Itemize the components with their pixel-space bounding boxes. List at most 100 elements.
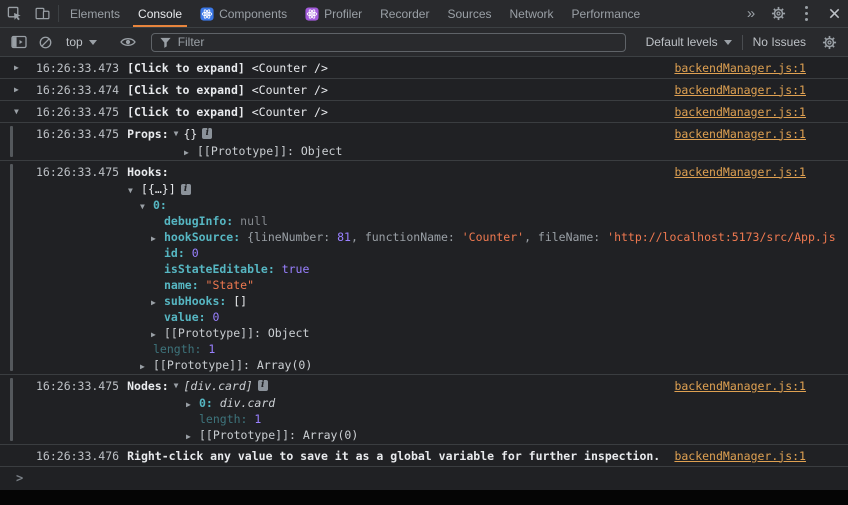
console-settings-gear-icon[interactable] (816, 29, 842, 55)
log-token: [[Prototype]]: (164, 326, 268, 340)
tab-performance[interactable]: Performance (563, 0, 650, 27)
settings-gear-icon[interactable] (764, 0, 792, 27)
filter-input[interactable] (178, 35, 618, 49)
tree-row: length: 1 (0, 341, 848, 357)
log-token: Array(0) (303, 428, 358, 442)
tab-console[interactable]: Console (129, 0, 191, 27)
console-entry-row: ▼16:26:33.475[Click to expand] <Counter … (0, 102, 848, 121)
tab-label: Components (219, 7, 287, 21)
tree-row: ▶0: div.card (0, 395, 848, 411)
disclosure-triangle[interactable]: ▶ (184, 145, 197, 159)
tree-row: length: 1 (0, 411, 848, 427)
console-message: 16:26:33.475Props:▼{}backendManager.js:1… (0, 123, 848, 161)
tree-row: ▶[[Prototype]]: Object (0, 143, 848, 159)
tree-row: value: 0 (0, 309, 848, 325)
disclosure-triangle[interactable]: ▼ (14, 107, 36, 116)
source-link[interactable]: backendManager.js:1 (674, 61, 806, 75)
devtools-window: Elements Console Components Profiler Recorde… (0, 0, 848, 505)
disclosure-triangle[interactable]: ▶ (140, 359, 153, 373)
timestamp: 16:26:33.476 (36, 449, 119, 463)
log-token: Nodes: (127, 379, 169, 393)
log-token: true (282, 262, 310, 276)
tab-recorder[interactable]: Recorder (371, 0, 438, 27)
console-prompt[interactable]: > (0, 467, 848, 489)
tree-row: ▼[{…}] (0, 181, 848, 197)
source-link[interactable]: backendManager.js:1 (674, 105, 806, 119)
disclosure-triangle[interactable]: ▼ (128, 183, 141, 197)
log-token: ▼ (174, 129, 179, 138)
issues-counter[interactable]: No Issues (743, 35, 816, 49)
timestamp: 16:26:33.473 (36, 61, 119, 75)
tab-label: Profiler (324, 7, 362, 21)
bottom-strip (0, 490, 848, 505)
console-message: ▶16:26:33.473[Click to expand] <Counter … (0, 57, 848, 79)
console-panel: ▶16:26:33.473[Click to expand] <Counter … (0, 57, 848, 490)
log-token: <Counter /> (245, 105, 328, 119)
device-toolbar-icon[interactable] (28, 0, 56, 27)
log-token: {lineNumber: (247, 230, 337, 244)
source-link[interactable]: backendManager.js:1 (674, 449, 806, 463)
tabbar-spacer (649, 0, 738, 27)
log-token: div.card (220, 396, 275, 410)
console-sidebar-icon[interactable] (6, 29, 32, 55)
console-entry-row: ▶16:26:33.473[Click to expand] <Counter … (0, 58, 848, 77)
more-tabs-button[interactable]: » (738, 0, 764, 27)
console-entry-row: 16:26:33.475Nodes:▼[div.card]backendMana… (0, 376, 848, 395)
log-token: [] (233, 294, 247, 308)
tab-network[interactable]: Network (501, 0, 563, 27)
tab-label: Performance (572, 7, 641, 21)
disclosure-triangle[interactable]: ▶ (186, 429, 199, 443)
disclosure-triangle[interactable]: ▶ (151, 295, 164, 309)
console-message: 16:26:33.475Hooks:backendManager.js:1▼[{… (0, 161, 848, 375)
source-link[interactable]: backendManager.js:1 (674, 127, 806, 141)
disclosure-triangle[interactable]: ▶ (151, 231, 164, 245)
issues-label: No Issues (753, 35, 806, 49)
log-token: , functionName: (351, 230, 462, 244)
kebab-menu-icon[interactable] (792, 0, 820, 27)
log-token: [{…}] (141, 182, 176, 196)
tab-label: Elements (70, 7, 120, 21)
log-token: Object (301, 144, 343, 158)
timestamp: 16:26:33.475 (36, 127, 119, 141)
inspect-element-icon[interactable] (0, 0, 28, 27)
console-message: ▶16:26:33.474[Click to expand] <Counter … (0, 79, 848, 101)
log-token: [Click to expand] (127, 61, 245, 75)
live-expression-eye-icon[interactable] (115, 29, 141, 55)
log-token: 1 (208, 342, 215, 356)
react-components-icon (200, 7, 214, 21)
info-icon (181, 184, 191, 195)
tab-sources[interactable]: Sources (438, 0, 500, 27)
context-selector[interactable]: top (58, 35, 105, 49)
tab-profiler[interactable]: Profiler (296, 0, 371, 27)
disclosure-triangle[interactable]: ▶ (14, 63, 36, 72)
log-token: [[Prototype]]: (199, 428, 303, 442)
source-link[interactable]: backendManager.js:1 (674, 165, 806, 179)
tree-row: isStateEditable: true (0, 261, 848, 277)
console-entry-row: 16:26:33.475Hooks:backendManager.js:1 (0, 162, 848, 181)
source-link[interactable]: backendManager.js:1 (674, 379, 806, 393)
log-token: 'http://localhost:5173/src/App.js (607, 230, 835, 244)
tab-label: Console (138, 7, 182, 21)
console-message: 16:26:33.476Right-click any value to sav… (0, 445, 848, 467)
disclosure-triangle[interactable]: ▶ (14, 85, 36, 94)
tree-row: ▼0: (0, 197, 848, 213)
log-token: ▼ (174, 381, 179, 390)
prompt-chevron-icon: > (16, 471, 23, 485)
tree-row: debugInfo: null (0, 213, 848, 229)
source-link[interactable]: backendManager.js:1 (674, 83, 806, 97)
disclosure-triangle[interactable]: ▼ (140, 199, 153, 213)
close-icon[interactable] (820, 0, 848, 27)
disclosure-triangle[interactable]: ▶ (186, 397, 199, 411)
log-token: subHooks: (164, 294, 233, 308)
tab-label: Sources (447, 7, 491, 21)
filter-box (151, 33, 626, 52)
clear-console-icon[interactable] (32, 29, 58, 55)
disclosure-triangle[interactable]: ▶ (151, 327, 164, 341)
tab-elements[interactable]: Elements (61, 0, 129, 27)
log-levels-selector[interactable]: Default levels (636, 35, 742, 49)
console-log: ▶16:26:33.473[Click to expand] <Counter … (0, 57, 848, 467)
toolbar-divider (58, 5, 59, 22)
tab-components[interactable]: Components (191, 0, 296, 27)
log-token: [[Prototype]]: (197, 144, 301, 158)
info-icon (258, 380, 268, 391)
